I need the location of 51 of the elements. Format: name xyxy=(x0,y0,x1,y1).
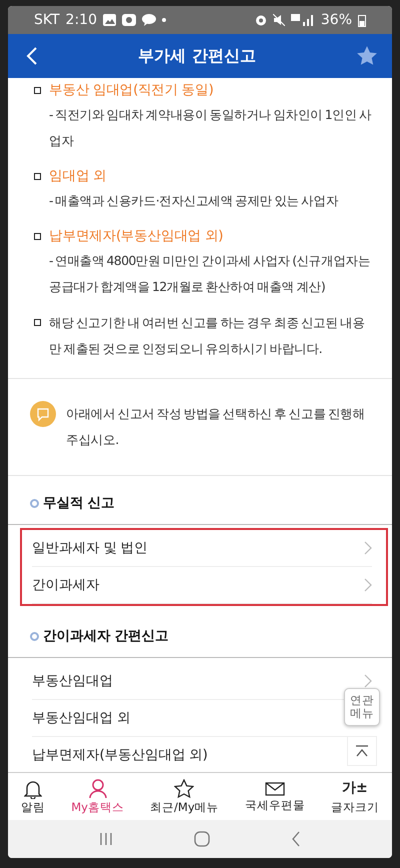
app-icon xyxy=(122,14,136,26)
notice-text: - 매출액과 신용카드·전자신고세액 공제만 있는 사업자 xyxy=(49,192,338,210)
clock-time: 2:10 xyxy=(66,12,97,28)
notice-title: 납부면제자(부동산임대업 외) xyxy=(49,227,224,246)
menu-link[interactable]: 부동산임대업 외 xyxy=(32,709,130,727)
carrier-name: SKT xyxy=(34,12,60,28)
menu-link[interactable]: 간이과세자 xyxy=(32,576,100,594)
scroll-top-button[interactable] xyxy=(347,736,377,766)
star-icon xyxy=(174,778,194,798)
back-icon[interactable] xyxy=(291,831,302,847)
menu-link[interactable]: 부동산임대업 xyxy=(32,672,113,690)
bullet-icon xyxy=(34,87,41,94)
home-icon[interactable] xyxy=(194,831,210,847)
notice-title: 부동산 임대업(직전기 동일) xyxy=(49,81,214,100)
related-menu-button[interactable]: 연관 메뉴 xyxy=(344,688,380,726)
ring-icon xyxy=(30,632,39,640)
mute-icon xyxy=(272,14,285,26)
scroll-top-icon xyxy=(355,745,369,757)
battery-level: 36% xyxy=(320,12,352,28)
page-title: 부가세 간편신고 xyxy=(138,46,256,66)
menu-link[interactable]: 납부면제자(부동산임대업 외) xyxy=(32,746,208,764)
chat-icon xyxy=(142,14,156,26)
menu-link[interactable]: 일반과세자 및 법인 xyxy=(32,539,148,557)
message-icon xyxy=(30,401,56,427)
back-button[interactable] xyxy=(26,46,38,66)
notice-text: - 연매출액 4800만원 미만인 간이과세 사업자 (신규개업자는 공급대가 합계액을 12개월로 환산하여 매출액 계산) xyxy=(49,252,372,296)
gallery-icon xyxy=(103,14,116,26)
nav-tab[interactable]: 가± 글자크기 xyxy=(330,778,379,814)
ring-icon xyxy=(30,498,39,508)
notice-text: - 직전기와 임대차 계약내용이 동일하거나 임차인이 1인인 사업자 xyxy=(49,106,372,150)
nav-tab[interactable]: 최근/My메뉴 xyxy=(150,778,219,814)
section-title: 무실적 신고 xyxy=(43,494,115,512)
dot-icon xyxy=(162,18,166,22)
notice-text: 해당 신고기한 내 여러번 신고를 하는 경우 최종 신고된 내용만 제출된 것으로 인정되오니 유의하시기 바랍니다. xyxy=(49,314,366,358)
section-title: 간이과세자 간편신고 xyxy=(43,627,169,645)
notice-title: 임대업 외 xyxy=(49,167,108,186)
bell-icon xyxy=(24,778,42,798)
battery-icon xyxy=(358,14,366,26)
mail-icon xyxy=(264,780,285,796)
recent-apps-icon[interactable] xyxy=(98,832,113,846)
bullet-icon xyxy=(34,173,41,180)
person-icon xyxy=(88,778,108,798)
info-text: 아래에서 신고서 작성 방법을 선택하신 후 신고를 진행해 주십시오. xyxy=(66,405,366,449)
nav-tab[interactable]: 알림 xyxy=(21,778,46,814)
favorite-star-button[interactable] xyxy=(356,45,378,67)
signal-icon xyxy=(290,14,315,26)
alarm-icon xyxy=(254,14,267,26)
nav-tab[interactable]: My홈택스 xyxy=(71,778,124,814)
nav-tab[interactable]: 국세우편물 xyxy=(244,780,305,812)
bullet-icon xyxy=(34,233,41,240)
bullet-icon xyxy=(34,319,41,326)
